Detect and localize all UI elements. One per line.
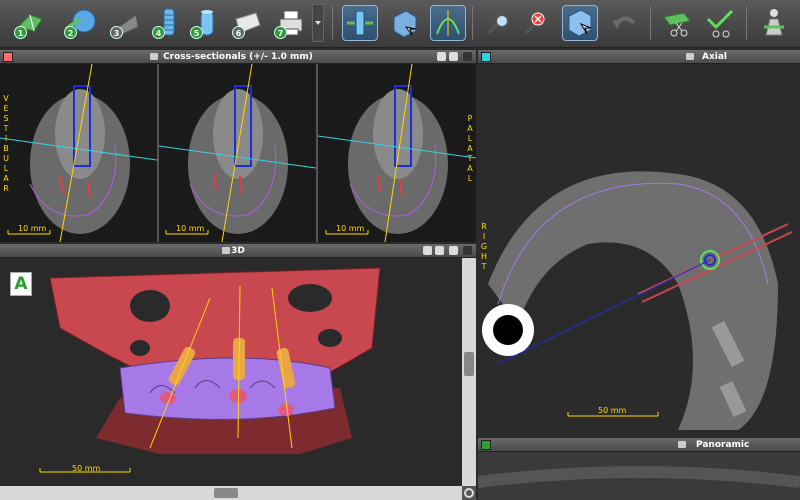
- delete-magnifier-icon: [524, 12, 545, 35]
- toolbar-separator: [332, 6, 333, 40]
- step-1-button[interactable]: 1: [12, 5, 48, 41]
- vestibular-label: VESTIBULAR: [3, 94, 9, 193]
- toolbar-dropdown-button[interactable]: [312, 4, 324, 42]
- visibility-menu-icon[interactable]: [435, 246, 444, 255]
- panoramic-panel[interactable]: Panoramic: [478, 438, 800, 500]
- nerve-canal-tool-button[interactable]: [430, 5, 466, 41]
- panel-color-swatch: [3, 52, 13, 62]
- cross-section-slice-3: [317, 64, 476, 242]
- camera-icon[interactable]: [222, 247, 230, 254]
- right-label: RIGHT: [480, 222, 488, 271]
- implant-arrows-icon: [347, 10, 373, 36]
- scale-label: 50 mm: [598, 406, 627, 415]
- delete-measure-button[interactable]: [520, 5, 556, 41]
- panoramic-title-bar: Panoramic: [478, 438, 800, 452]
- axial-title-bar: Axial: [478, 50, 800, 64]
- main-toolbar: 1 2 3 4 5 6 7: [0, 0, 800, 48]
- toolbar-separator: [472, 6, 473, 40]
- scrollbar-thumb[interactable]: [214, 488, 238, 498]
- arch-curve-icon: [436, 10, 460, 36]
- three-d-panel[interactable]: 3D A 50 mm: [0, 244, 476, 500]
- scissors-model-icon: [663, 12, 691, 37]
- vertical-scrollbar[interactable]: [462, 258, 476, 488]
- step-number: 6: [232, 26, 245, 39]
- toolbar-separator: [746, 6, 747, 40]
- scrollbar-thumb[interactable]: [464, 352, 474, 376]
- step-number: 5: [190, 26, 203, 39]
- menu-icon[interactable]: [463, 52, 472, 61]
- camera-icon[interactable]: [678, 441, 686, 448]
- cube-cursor-icon: [393, 10, 417, 38]
- step-number: 7: [274, 26, 287, 39]
- step-number: 2: [64, 26, 77, 39]
- toolbar-separator: [650, 6, 651, 40]
- step-2-button[interactable]: 2: [62, 5, 98, 41]
- cube-select-tool-button[interactable]: [386, 5, 422, 41]
- scale-label: 50 mm: [72, 464, 101, 473]
- axial-title: Axial: [702, 52, 728, 62]
- scale-label: 10 mm: [176, 224, 205, 233]
- scissors-check-icon: [706, 9, 734, 38]
- cross-sectional-views[interactable]: [0, 64, 476, 242]
- undo-button[interactable]: [606, 5, 642, 41]
- cube-pointer-icon: [568, 9, 592, 37]
- three-d-title-bar: 3D: [0, 244, 476, 258]
- horizontal-scrollbar[interactable]: [0, 486, 462, 500]
- scale-label: 10 mm: [336, 224, 365, 233]
- cross-section-slice-1: [0, 64, 158, 242]
- magnifier-ruler-icon: [487, 14, 509, 35]
- panel-color-swatch: [481, 440, 491, 450]
- view-settings-gear[interactable]: [462, 486, 476, 500]
- eye-icon[interactable]: [423, 246, 432, 255]
- step-number: 4: [152, 26, 165, 39]
- panoramic-view[interactable]: [478, 452, 800, 500]
- three-d-title: 3D: [231, 246, 245, 256]
- step-3-button[interactable]: 3: [108, 5, 144, 41]
- menu-icon[interactable]: [463, 246, 472, 255]
- cut-model-check-button[interactable]: [702, 5, 738, 41]
- step-7-button[interactable]: 7: [272, 5, 308, 41]
- cross-section-slice-2: [158, 64, 317, 242]
- metal-artifact: [482, 304, 534, 356]
- step-6-button[interactable]: 6: [230, 5, 266, 41]
- cut-model-button[interactable]: [660, 5, 696, 41]
- measure-tool-button[interactable]: [480, 5, 516, 41]
- camera-icon[interactable]: [150, 53, 158, 60]
- cross-sectional-panel[interactable]: Cross-sectionals (+/- 1.0 mm) V E S T I …: [0, 50, 476, 242]
- export-figure-icon: [764, 9, 784, 36]
- three-d-model-view[interactable]: [0, 258, 460, 498]
- panoramic-title: Panoramic: [696, 440, 750, 450]
- cross-sectional-title: Cross-sectionals (+/- 1.0 mm): [163, 52, 313, 62]
- implant-placement-tool-button[interactable]: [342, 5, 378, 41]
- axial-view[interactable]: [478, 64, 800, 436]
- palatal-label: PALATAL: [467, 114, 473, 183]
- gear-icon: [464, 488, 474, 498]
- camera-icon[interactable]: [686, 53, 694, 60]
- axial-panel[interactable]: Axial RIGHT 50 mm: [478, 50, 800, 436]
- chevron-down-icon: [315, 21, 321, 25]
- gum-model: [119, 357, 336, 420]
- select-object-button[interactable]: [562, 5, 598, 41]
- shading-icon[interactable]: [449, 246, 458, 255]
- panel-color-swatch: [481, 52, 491, 62]
- step-number: 3: [110, 26, 123, 39]
- export-button[interactable]: [756, 5, 792, 41]
- scale-label: 10 mm: [18, 224, 47, 233]
- undo-arrow-icon: [612, 16, 636, 29]
- cross-sectional-title-bar: Cross-sectionals (+/- 1.0 mm): [0, 50, 476, 64]
- link-icon[interactable]: [449, 52, 458, 61]
- settings-icon[interactable]: [437, 52, 446, 61]
- step-5-button[interactable]: 5: [188, 5, 224, 41]
- step-number: 1: [14, 26, 27, 39]
- step-4-button[interactable]: 4: [150, 5, 186, 41]
